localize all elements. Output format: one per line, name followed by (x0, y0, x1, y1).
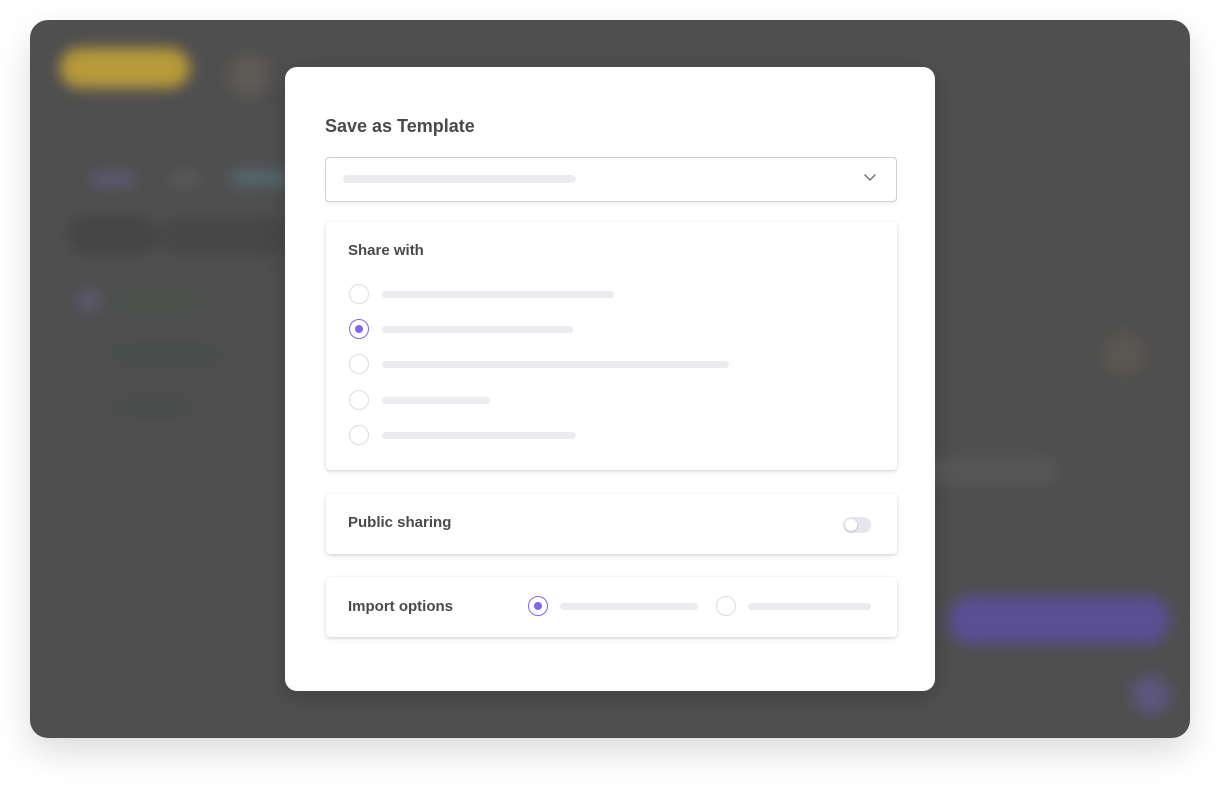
share-option-radio[interactable] (349, 284, 369, 304)
public-sharing-toggle[interactable] (843, 517, 871, 533)
share-option-label (382, 326, 573, 333)
share-option-label (382, 291, 614, 298)
share-option-radio[interactable] (349, 319, 369, 339)
background-primary-button (948, 596, 1170, 644)
background-list-item (110, 340, 225, 368)
modal-title: Save as Template (325, 116, 475, 136)
save-as-template-modal: Save as Template Share with Public shari… (285, 67, 935, 691)
share-option-radio[interactable] (349, 390, 369, 410)
public-sharing-card: Public sharing (326, 494, 897, 554)
import-option-radio[interactable] (716, 596, 736, 616)
share-option-label (382, 432, 576, 439)
background-list-item (110, 288, 210, 314)
import-options-card: Import options (326, 577, 897, 637)
background-list-icon (78, 290, 100, 312)
import-option-label (748, 603, 871, 610)
background-help-button (1132, 676, 1170, 714)
share-with-card: Share with (326, 222, 897, 470)
public-sharing-label: Public sharing (348, 514, 452, 531)
background-avatar (1102, 332, 1146, 376)
import-options-label: Import options (348, 598, 453, 615)
background-filter-button (160, 218, 290, 254)
share-option-label (382, 361, 729, 368)
share-option-radio[interactable] (349, 425, 369, 445)
background-filter-button (68, 216, 158, 254)
background-nav-item (170, 172, 200, 186)
toggle-knob (845, 519, 857, 531)
background-nav-item (90, 172, 136, 186)
background-avatar (227, 54, 271, 98)
import-option-radio[interactable] (528, 596, 548, 616)
background-list-item (110, 394, 200, 420)
share-with-title: Share with (348, 242, 424, 259)
template-select[interactable] (325, 157, 897, 202)
share-option-label (382, 397, 490, 404)
background-logo (60, 48, 190, 88)
chevron-down-icon[interactable] (864, 172, 876, 182)
share-option-radio[interactable] (349, 354, 369, 374)
import-option-label (560, 603, 698, 610)
template-select-value (343, 175, 576, 183)
background-nav-item (230, 170, 290, 186)
